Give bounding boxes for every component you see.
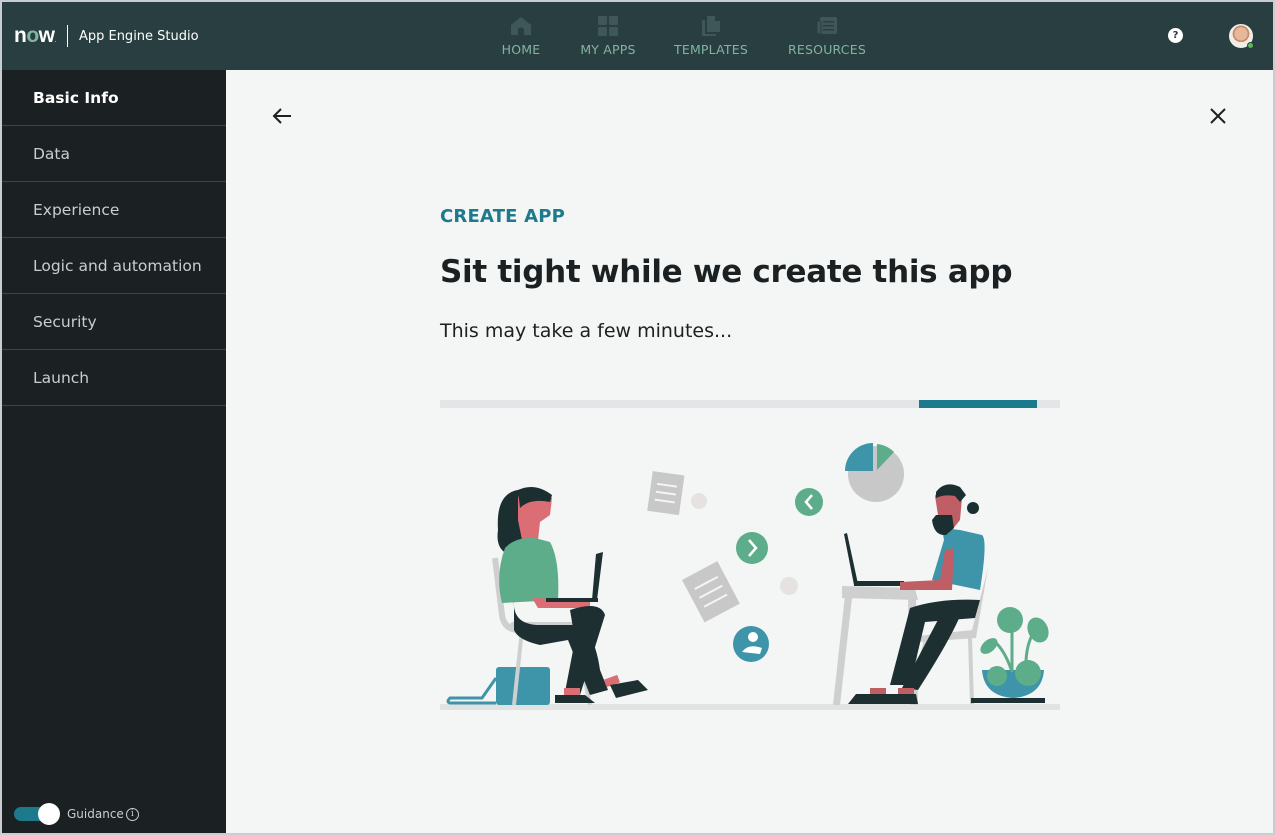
laptop-icon — [592, 552, 603, 600]
brand-logo: now. — [14, 24, 57, 47]
document-icon — [647, 471, 685, 516]
laptop-icon — [844, 533, 904, 586]
close-button[interactable] — [1206, 104, 1230, 128]
back-button[interactable] — [270, 104, 294, 128]
nav-my-apps[interactable]: MY APPS — [560, 2, 656, 70]
home-icon — [510, 15, 532, 37]
nav-resources[interactable]: RESOURCES — [772, 2, 882, 70]
nav-my-apps-label: MY APPS — [580, 42, 636, 57]
page-title: Sit tight while we create this app — [440, 254, 1013, 290]
sidebar-item-experience[interactable]: Experience — [2, 182, 226, 238]
nav-home[interactable]: HOME — [482, 2, 560, 70]
guidance-label: Guidance — [67, 807, 124, 821]
document-icon — [682, 561, 740, 623]
eyebrow-label: CREATE APP — [440, 206, 566, 227]
documents-icon — [700, 15, 722, 37]
sidebar-item-launch[interactable]: Launch — [2, 350, 226, 406]
decorative-dot — [780, 577, 798, 595]
sidebar: Basic Info Data Experience Logic and aut… — [2, 70, 226, 833]
newspaper-icon — [816, 15, 838, 37]
sidebar-item-basic-info[interactable]: Basic Info — [2, 70, 226, 126]
guidance-toggle[interactable] — [14, 803, 62, 825]
nav-resources-label: RESOURCES — [788, 42, 866, 57]
info-icon[interactable]: i — [125, 807, 139, 821]
illustration — [440, 443, 1060, 710]
page-subtitle: This may take a few minutes... — [440, 320, 733, 342]
help-button[interactable]: ? — [1168, 28, 1183, 43]
main-nav: HOME MY APPS TEMPLATES RESOURCES — [482, 2, 882, 70]
guidance-control: Guidance i — [14, 803, 139, 825]
nav-templates-label: TEMPLATES — [674, 42, 748, 57]
progress-bar — [440, 400, 1060, 408]
close-icon — [1210, 108, 1226, 124]
logo-divider — [66, 25, 68, 47]
top-header: now. App Engine Studio HOME MY APPS TEMP… — [2, 2, 1273, 70]
sidebar-item-logic-and-automation[interactable]: Logic and automation — [2, 238, 226, 294]
chevron-left-icon — [795, 488, 823, 516]
user-status-indicator — [1247, 42, 1254, 49]
progress-bar-fill — [919, 400, 1038, 408]
logo[interactable]: now. App Engine Studio — [14, 24, 199, 48]
pie-chart-icon — [845, 443, 904, 502]
sidebar-item-data[interactable]: Data — [2, 126, 226, 182]
app-title: App Engine Studio — [78, 28, 199, 44]
main-panel: CREATE APP Sit tight while we create thi… — [226, 70, 1273, 833]
nav-templates[interactable]: TEMPLATES — [656, 2, 766, 70]
app-window: now. App Engine Studio HOME MY APPS TEMP… — [2, 2, 1273, 833]
chevron-right-icon — [736, 532, 768, 564]
toggle-knob — [38, 803, 60, 825]
plant-icon — [971, 607, 1049, 703]
grid-icon — [597, 15, 619, 37]
bag-icon — [446, 667, 550, 705]
nav-home-label: HOME — [501, 42, 541, 57]
decorative-dot — [691, 493, 707, 509]
user-icon — [733, 626, 769, 662]
arrow-left-icon — [272, 108, 291, 124]
sidebar-item-security[interactable]: Security — [2, 294, 226, 350]
help-icon: ? — [1172, 30, 1179, 41]
